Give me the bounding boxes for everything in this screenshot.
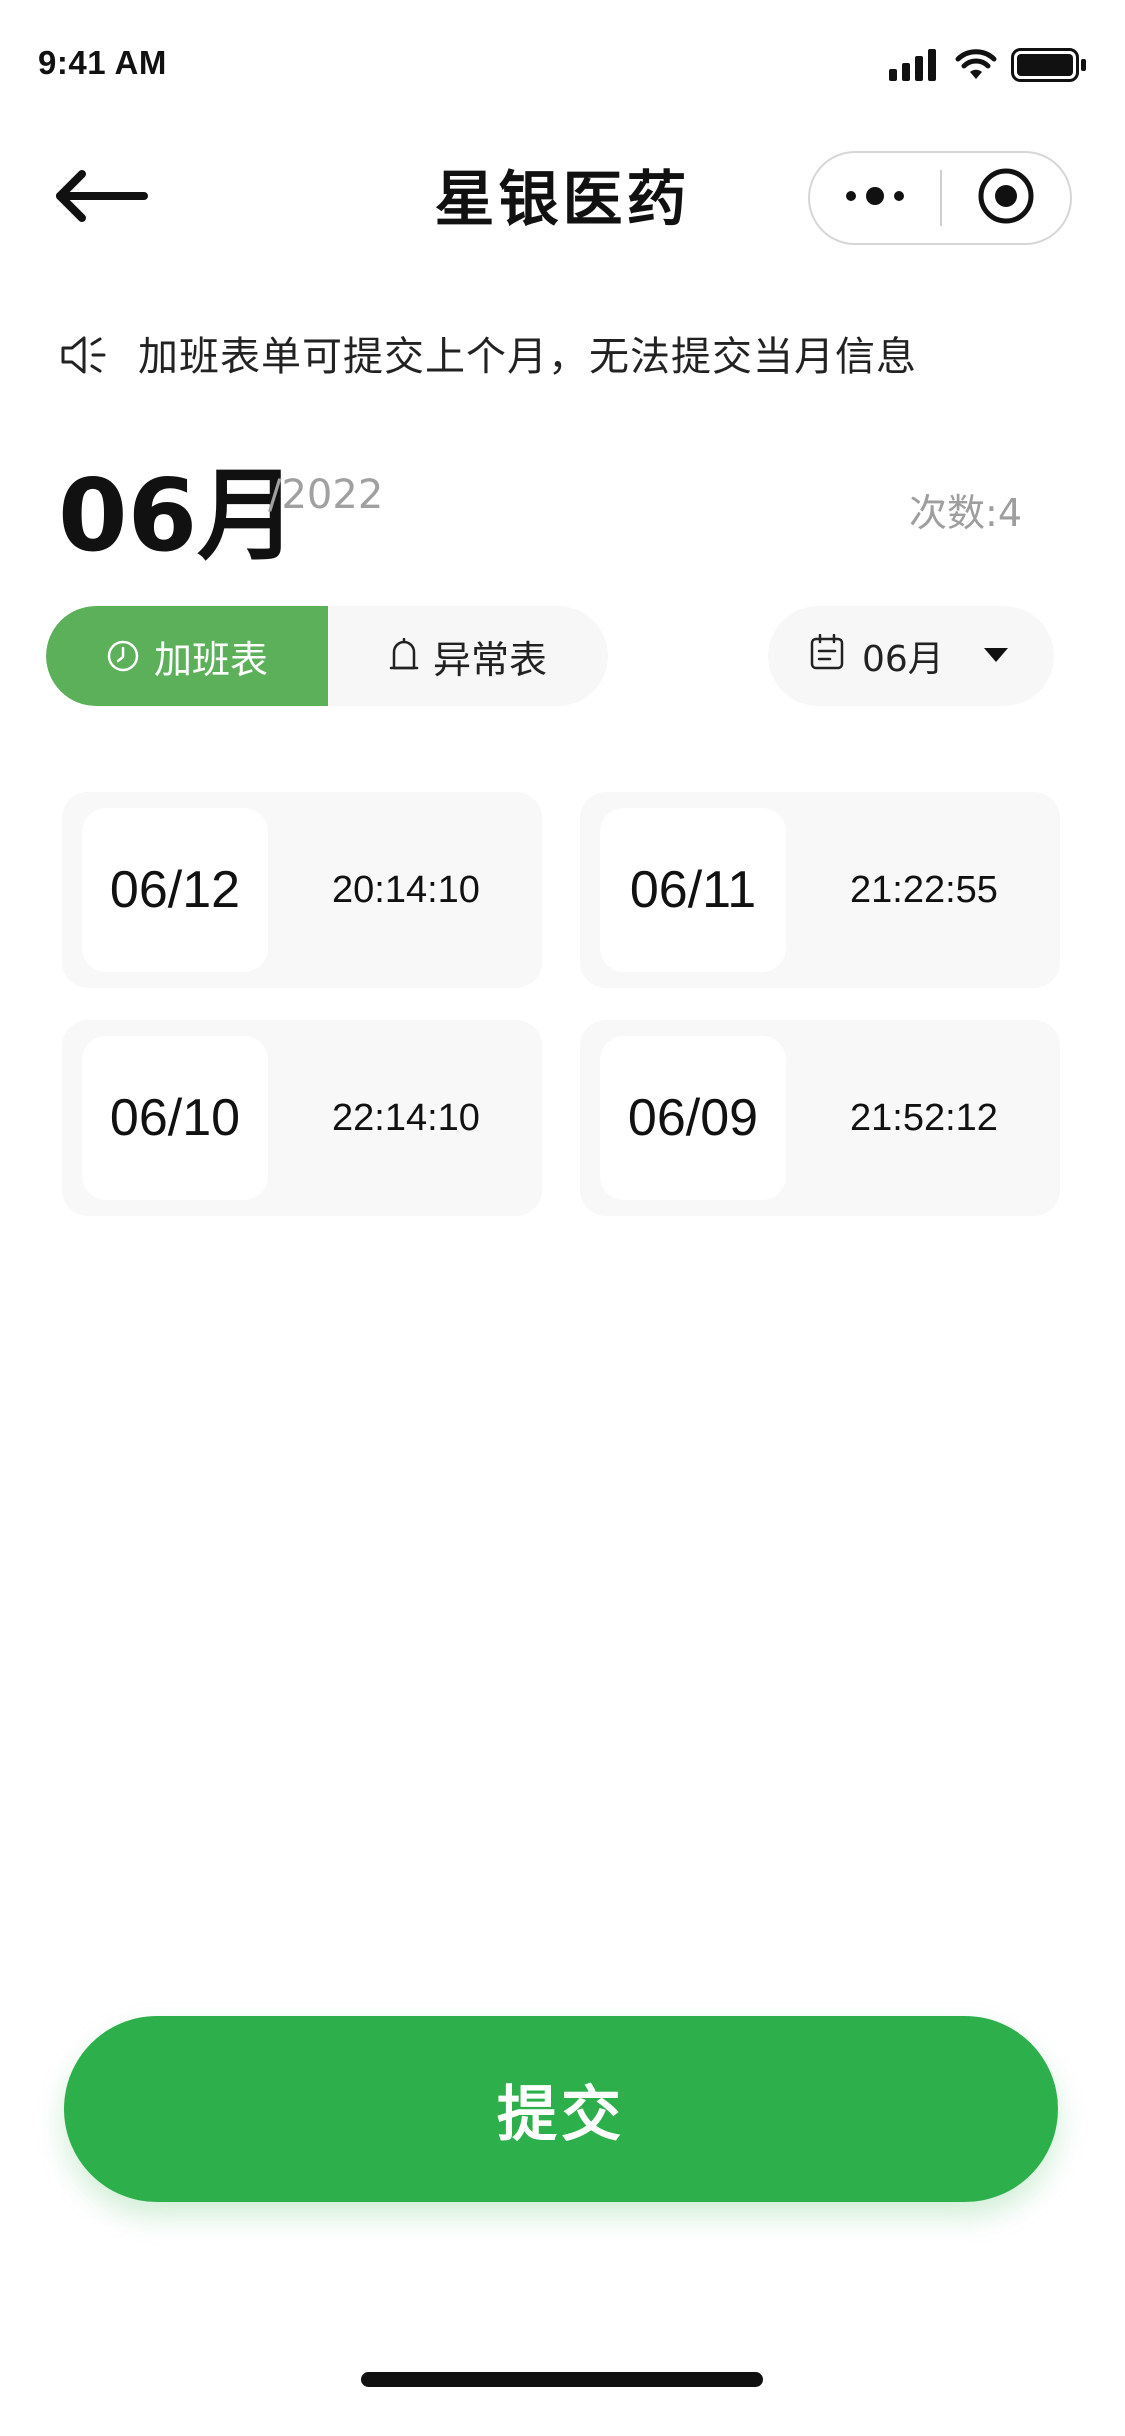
submit-button[interactable]: 提交: [64, 2016, 1058, 2202]
close-mini-program-button[interactable]: [942, 153, 1070, 243]
record-time: 22:14:10: [332, 1096, 480, 1139]
battery-icon: [1011, 48, 1087, 86]
record-date-box: 06/12: [82, 808, 268, 972]
record-date-box: 06/11: [600, 808, 786, 972]
record-list: 06/12 20:14:10 06/11 21:22:55 06/10 22:1…: [62, 792, 1062, 1216]
wifi-icon: [955, 49, 997, 85]
status-bar: 9:41 AM: [0, 0, 1125, 132]
record-card[interactable]: 06/10 22:14:10: [62, 1020, 542, 1216]
record-time: 21:52:12: [850, 1096, 998, 1139]
notice-bar: 加班表单可提交上个月，无法提交当月信息: [60, 330, 917, 384]
record-date-box: 06/09: [600, 1036, 786, 1200]
home-indicator: [361, 2372, 763, 2387]
speaker-icon: [60, 334, 108, 380]
tab-overtime[interactable]: 加班表: [46, 606, 328, 706]
record-date: 06/12: [109, 861, 241, 919]
notice-text: 加班表单可提交上个月，无法提交当月信息: [138, 334, 917, 380]
caret-down-icon: [984, 648, 1008, 662]
record-date: 06/10: [109, 1089, 241, 1147]
record-date-box: 06/10: [82, 1036, 268, 1200]
record-time: 21:22:55: [850, 868, 998, 911]
month-select[interactable]: 06月: [768, 606, 1054, 706]
record-count: 次数:4: [909, 491, 1022, 535]
more-button[interactable]: [810, 153, 940, 243]
record-card[interactable]: 06/12 20:14:10: [62, 792, 542, 988]
clock-icon: [106, 639, 140, 673]
record-time: 20:14:10: [332, 868, 480, 911]
target-circle-icon: [977, 167, 1035, 229]
record-date: 06/09: [627, 1089, 759, 1147]
tab-exception-label: 异常表: [432, 637, 547, 682]
signal-icon: [889, 49, 941, 85]
nav-bar: 星银医药: [0, 132, 1125, 264]
status-icons: [889, 48, 1087, 86]
current-month: 06月: [58, 457, 298, 574]
more-dots-icon: [843, 184, 907, 212]
tab-overtime-label: 加班表: [153, 637, 268, 682]
bell-icon: [389, 638, 419, 674]
tab-exception[interactable]: 异常表: [328, 606, 608, 706]
form-type-tabs: 加班表 异常表: [46, 606, 608, 706]
status-time: 9:41 AM: [38, 44, 167, 81]
current-year: /2022: [268, 472, 384, 518]
month-select-value: 06月: [862, 639, 944, 680]
record-date: 06/11: [629, 861, 757, 919]
mini-program-capsule: [808, 151, 1072, 245]
record-card[interactable]: 06/09 21:52:12: [580, 1020, 1060, 1216]
record-card[interactable]: 06/11 21:22:55: [580, 792, 1060, 988]
calendar-icon: [810, 633, 844, 679]
